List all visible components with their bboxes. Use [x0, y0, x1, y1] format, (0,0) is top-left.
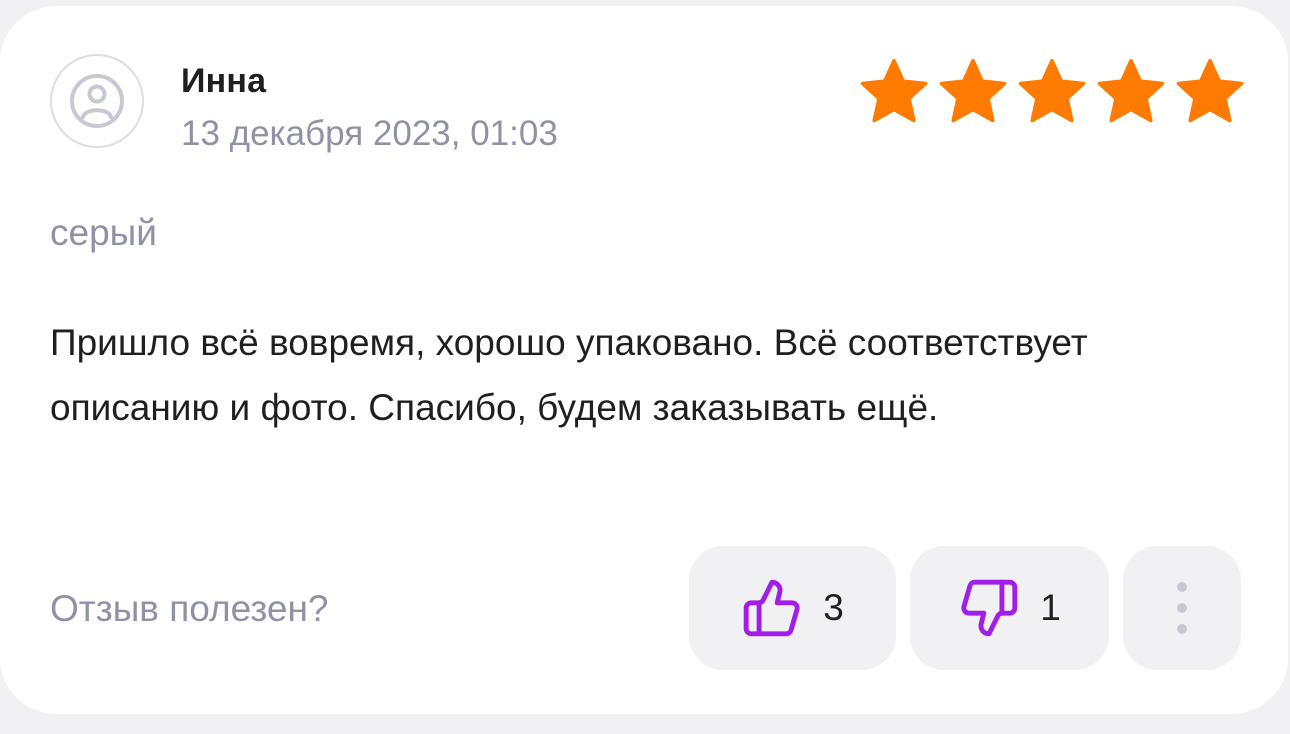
review-text: Пришло всё вовремя, хорошо упаковано. Вс… — [50, 322, 1088, 428]
more-vertical-icon — [1177, 582, 1187, 634]
star-icon — [1097, 59, 1165, 123]
star-icon — [1018, 59, 1086, 123]
dislike-button[interactable]: 1 — [910, 546, 1109, 670]
review-card: Инна 13 декабря 2023, 01:03 серый Пришло… — [0, 6, 1288, 714]
star-icon — [860, 59, 928, 123]
thumbs-down-icon — [961, 579, 1018, 637]
like-button[interactable]: 3 — [689, 546, 896, 670]
helpful-question: Отзыв полезен? — [50, 588, 329, 629]
star-icon — [939, 59, 1007, 123]
review-date: 13 декабря 2023, 01:03 — [181, 114, 558, 153]
star-icon — [1176, 59, 1244, 123]
like-count: 3 — [823, 587, 844, 628]
user-avatar-icon — [50, 54, 144, 148]
dislike-count: 1 — [1040, 587, 1061, 628]
more-button[interactable] — [1123, 546, 1241, 670]
thumbs-up-icon — [743, 579, 800, 637]
review-author: Инна — [181, 62, 267, 100]
product-variant: серый — [50, 212, 157, 253]
rating-stars — [858, 56, 1246, 128]
